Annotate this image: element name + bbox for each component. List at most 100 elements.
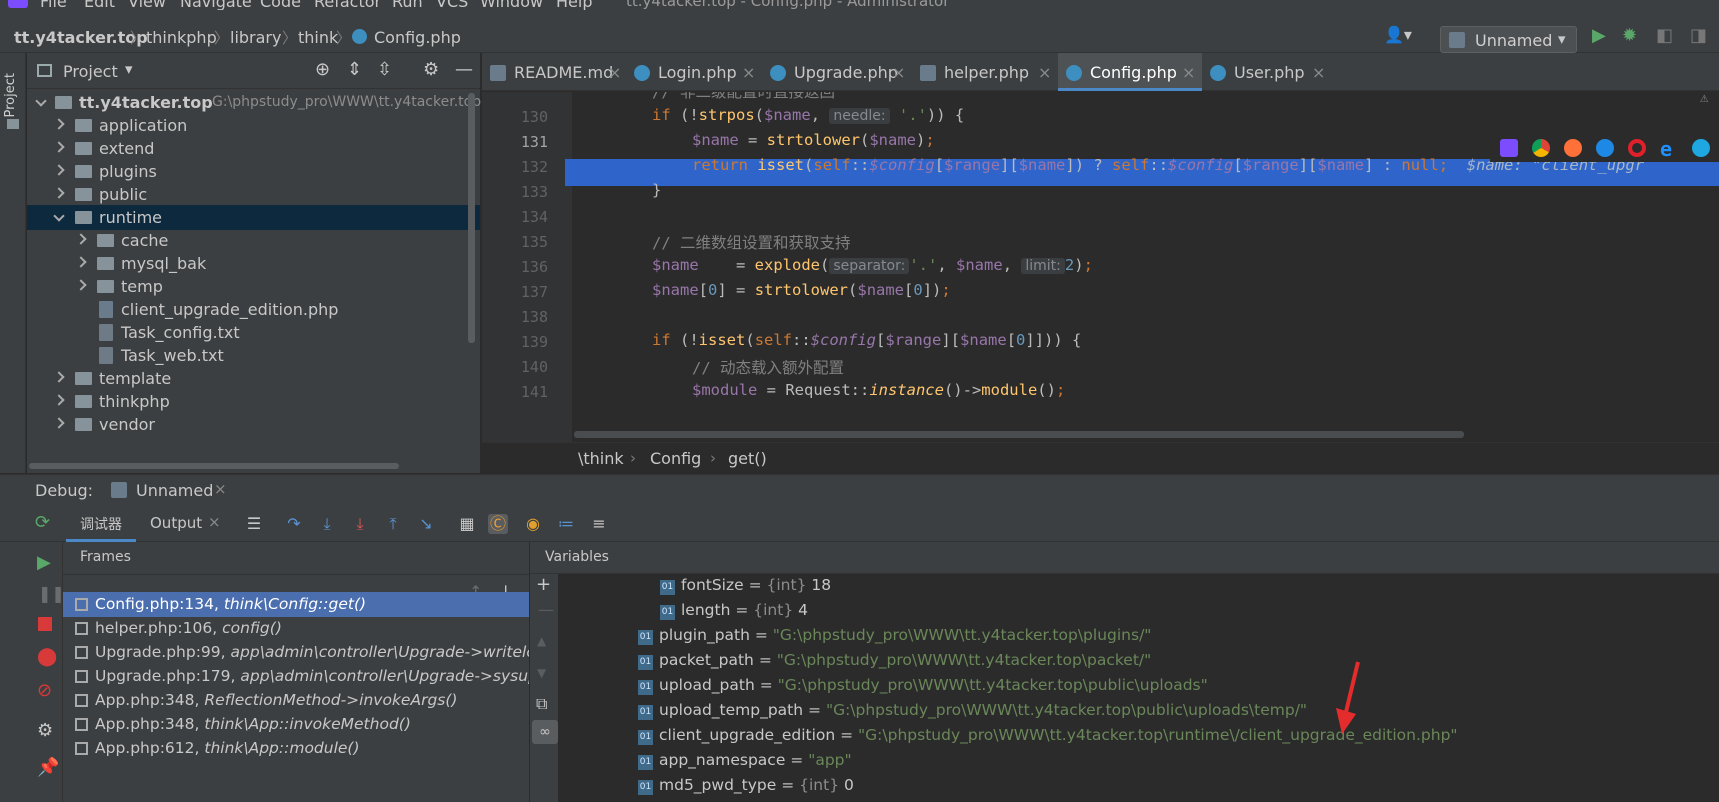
pin-icon[interactable]: 📌 [37,757,59,778]
debug-bug-icon[interactable]: ✹ [1622,25,1637,51]
tree-scrollbar-horizontal[interactable] [29,463,399,469]
expand-all-icon[interactable]: ⇕ [347,59,362,80]
close-icon[interactable]: × [214,480,227,498]
stop-icon[interactable] [38,617,52,631]
code-breadcrumb-class[interactable]: Config [650,449,701,468]
close-icon[interactable]: × [1312,63,1325,82]
resume-icon[interactable]: ▶ [37,552,51,573]
user-icon[interactable]: 👤▾ [1384,25,1412,51]
tree-item-plugins[interactable]: plugins [27,159,480,184]
tree-item-mysql-bak[interactable]: mysql_bak [27,251,480,276]
variable-row[interactable]: 01 fontSize = {int} 18 [660,576,831,601]
tree-scrollbar-vertical[interactable] [468,93,475,343]
project-tool-window-button[interactable]: Project [3,73,18,117]
add-list-icon[interactable]: ≡ [589,514,609,534]
force-step-into-icon[interactable]: ⤓ [350,514,370,534]
close-icon[interactable]: × [892,63,905,82]
editor-scrollbar-horizontal[interactable] [574,431,1464,438]
tab-user[interactable]: User.php × [1202,53,1332,91]
evaluate-expression-icon[interactable]: ▦ [457,514,477,534]
breadcrumb-config[interactable]: Config.php [374,28,461,47]
variable-row[interactable]: 01 packet_path = "G:\phpstudy_pro\WWW\tt.… [638,651,1151,676]
variable-row[interactable]: 01 upload_temp_path = "G:\phpstudy_pro\WW… [638,701,1307,726]
view-breakpoints-icon[interactable]: ⬤ [37,646,57,667]
chevron-down-icon[interactable]: ▾ [125,60,133,78]
step-into-icon[interactable]: ⤓ [317,514,337,534]
chevron-right-icon[interactable] [53,141,65,153]
variable-row[interactable]: 01 plugin_path = "G:\phpstudy_pro\WWW\tt.… [638,626,1151,651]
output-tab[interactable]: Output [150,514,202,532]
add-icon[interactable]: + [536,574,551,595]
breadcrumb-library[interactable]: library [230,28,281,47]
code-editor[interactable]: // 非二级配置时直接返回 130 if (!strpos($name, nee… [482,92,1719,442]
menu-refactor[interactable]: Refactor [314,0,381,10]
settings-icon[interactable]: ⚙ [37,720,53,741]
menu-vcs[interactable]: VCS [436,0,468,10]
variable-row[interactable]: 01 md5_pwd_type = {int} 0 [638,776,854,801]
tree-item-task-config[interactable]: Task_config.txt [27,320,480,345]
variable-row[interactable]: 01 app_namespace = "app" [638,751,852,776]
menu-navigate[interactable]: Navigate [180,0,252,10]
close-icon[interactable]: × [742,63,755,82]
tab-readme[interactable]: README.md × [482,53,626,91]
chevron-right-icon[interactable] [53,417,65,429]
safari-icon[interactable] [1596,139,1614,157]
tree-item-application[interactable]: application [27,113,480,138]
collapse-all-icon[interactable]: ⇳ [377,59,392,80]
step-out-icon[interactable]: ⤒ [383,514,403,534]
locate-icon[interactable]: ⊕ [315,59,330,80]
frame-row[interactable]: App.php:348, ReflectionMethod->invokeArg… [63,688,529,713]
step-over-icon[interactable]: ↷ [284,514,304,534]
chevron-right-icon[interactable] [53,394,65,406]
debugger-tab[interactable]: 调试器 [80,514,122,534]
tree-item-task-web[interactable]: Task_web.txt [27,343,480,368]
debug-session-tab[interactable]: Unnamed [136,481,213,500]
firefox-icon[interactable] [1564,139,1582,157]
ie-icon[interactable]: e [1660,137,1672,161]
run-icon[interactable]: ▶ [1592,25,1606,51]
frame-row[interactable]: App.php:348, think\App::invokeMethod() [63,712,529,737]
tab-login[interactable]: Login.php × [626,53,762,91]
chevron-right-icon[interactable] [75,279,87,291]
class-icon[interactable]: Ⓒ [488,514,508,534]
glasses-icon[interactable]: ∞ [532,720,558,744]
menu-file[interactable]: File [40,0,67,10]
chevron-right-icon[interactable] [75,256,87,268]
gear-icon[interactable]: ⚙ [423,59,439,80]
menu-lines-icon[interactable]: ☰ [244,514,264,534]
menu-run[interactable]: Run [392,0,423,10]
at-icon[interactable]: ◉ [523,514,543,534]
tree-item-client-upgrade-edition[interactable]: client_upgrade_edition.php [27,297,480,322]
tab-upgrade[interactable]: Upgrade.php × [762,53,912,91]
run-configuration-select[interactable]: Unnamed ▾ [1440,26,1577,53]
project-panel-title[interactable]: Project [63,62,118,81]
rerun-icon[interactable]: ⟳ [35,512,50,533]
tree-item-thinkphp[interactable]: thinkphp [27,389,480,414]
menu-code[interactable]: Code [260,0,301,10]
frame-row[interactable]: Upgrade.php:179, app\admin\controller\Up… [63,664,529,689]
code-breadcrumb-method[interactable]: get() [728,449,767,468]
remove-icon[interactable]: — [538,600,554,619]
code-breadcrumb-namespace[interactable]: \think [578,449,624,468]
chevron-down-icon[interactable] [53,210,65,222]
mute-breakpoints-icon[interactable]: ⊘ [37,680,52,701]
pause-icon[interactable]: ❚❚ [38,584,65,603]
frame-row[interactable]: App.php:612, think\App::module() [63,736,529,761]
chevron-right-icon[interactable] [75,233,87,245]
phpstorm-icon[interactable] [1500,139,1518,157]
breadcrumb-thinkphp[interactable]: thinkphp [146,28,217,47]
tree-root[interactable]: tt.y4tacker.top G:\phpstudy_pro\WWW\tt.y… [27,90,481,115]
chevron-right-icon[interactable] [53,187,65,199]
chevron-right-icon[interactable] [53,164,65,176]
move-down-icon[interactable]: ▼ [537,666,546,680]
close-icon[interactable]: × [1182,63,1195,82]
tree-item-template[interactable]: template [27,366,480,391]
variable-row[interactable]: 01 upload_path = "G:\phpstudy_pro\WWW\tt.… [638,676,1208,701]
close-icon[interactable]: × [1038,63,1051,82]
menu-window[interactable]: Window [480,0,543,10]
close-icon[interactable]: × [608,63,621,82]
menu-help[interactable]: Help [556,0,592,10]
profile-icon[interactable]: ◨ [1690,25,1707,51]
tree-item-cache[interactable]: cache [27,228,480,253]
variable-row[interactable]: 01 length = {int} 4 [660,601,808,626]
